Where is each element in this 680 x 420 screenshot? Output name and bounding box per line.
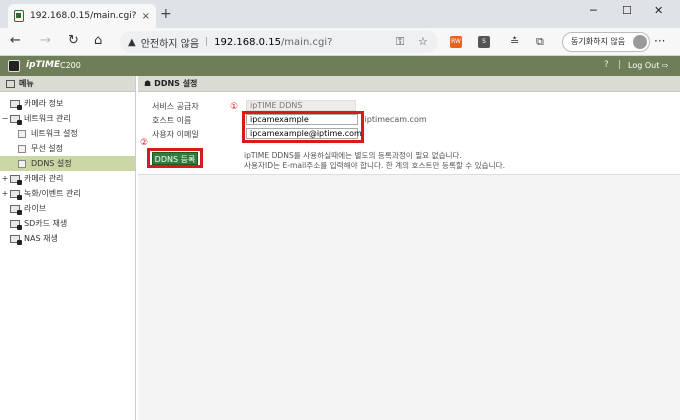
content-empty-area — [138, 175, 680, 420]
sidebar-item-ddns-settings[interactable]: DDNS 설정 — [0, 156, 135, 171]
logo-icon — [8, 60, 20, 72]
sidebar-item-label: 녹화/이벤트 관리 — [24, 189, 81, 198]
sidebar-item-label: DDNS 설정 — [31, 159, 72, 168]
address-bar[interactable]: ▲ 안전하지 않음 | 192.168.0.15/main.cgi? — [120, 31, 438, 53]
service-provider-label: 서비스 공급자 — [152, 102, 199, 111]
expand-icon[interactable]: + — [0, 174, 10, 183]
info-text-line-2: 사용자ID는 E-mail주소를 입력해야 합니다. 한 계의 호스트만 등록할… — [244, 161, 506, 170]
sidebar-item-label: 네트워크 설정 — [31, 129, 78, 138]
minimize-icon[interactable]: ─ — [590, 4, 597, 17]
window-close-icon[interactable]: ✕ — [654, 4, 663, 17]
sync-profile-button[interactable]: 동기화하지 않음 — [562, 32, 651, 52]
host-domain-suffix: .iptimecam.com — [362, 115, 427, 124]
favorites-icon[interactable]: ≛ — [510, 35, 519, 48]
page-icon — [18, 159, 26, 168]
sidebar-item-network-settings[interactable]: 네트워크 설정 — [0, 126, 135, 141]
annotation-marker-2: ② — [140, 138, 149, 148]
sidebar-item-sd-playback[interactable]: SD카드 재생 — [0, 216, 135, 231]
reload-icon[interactable]: ↻ — [68, 33, 79, 48]
folder-icon — [10, 234, 22, 245]
new-tab-button[interactable]: + — [160, 6, 172, 22]
user-email-label: 사용자 이메일 — [152, 130, 199, 139]
header-divider: | — [618, 60, 622, 70]
menu-icon — [6, 79, 15, 88]
help-button[interactable]: ? — [604, 60, 609, 70]
sidebar-item-label: 카메라 관리 — [24, 174, 64, 183]
collapse-icon[interactable]: − — [0, 114, 10, 123]
browser-toolbar: ← → ↻ ⌂ ▲ 안전하지 않음 | 192.168.0.15/main.cg… — [0, 28, 680, 56]
url-path: /main.cgi? — [280, 36, 333, 48]
host-name-label: 호스트 이름 — [152, 116, 192, 125]
sidebar-item-wireless-settings[interactable]: 무선 설정 — [0, 141, 135, 156]
sidebar-item-camera-manage[interactable]: + 카메라 관리 — [0, 171, 135, 186]
content-header: ☗ DDNS 설정 — [138, 76, 680, 92]
avatar — [633, 35, 648, 49]
expand-icon[interactable]: + — [0, 189, 10, 198]
site-favicon-icon — [14, 10, 24, 22]
folder-icon — [10, 219, 22, 230]
forward-arrow-icon[interactable]: → — [40, 33, 51, 48]
favorite-star-icon[interactable]: ☆ — [418, 35, 428, 48]
tab-close-icon[interactable]: × — [142, 11, 150, 22]
collections-icon[interactable]: ⧉ — [536, 35, 544, 49]
sidebar-item-nas-playback[interactable]: NAS 재생 — [0, 231, 135, 246]
home-icon[interactable]: ⌂ — [94, 33, 102, 48]
sidebar-item-label: 무선 설정 — [31, 144, 63, 153]
more-menu-icon[interactable]: ··· — [654, 34, 665, 48]
url-host: 192.168.0.15 — [214, 36, 281, 48]
sidebar-item-camera-info[interactable]: 카메라 정보 — [0, 96, 135, 111]
folder-icon — [10, 99, 22, 110]
service-provider-value: ipTIME DDNS — [246, 100, 356, 111]
sidebar-item-record-event[interactable]: + 녹화/이벤트 관리 — [0, 186, 135, 201]
ddns-register-button[interactable]: DDNS 등록 — [152, 152, 198, 165]
sidebar-title: 메뉴 — [19, 79, 34, 88]
folder-icon — [10, 114, 22, 125]
sidebar-item-label: 라이브 — [24, 204, 47, 213]
key-icon[interactable]: ⚿ — [396, 35, 404, 49]
back-arrow-icon[interactable]: ← — [10, 33, 21, 48]
warning-icon: ▲ — [128, 36, 136, 48]
tab-title: 192.168.0.15/main.cgi? — [30, 11, 137, 21]
model-name: C200 — [60, 61, 81, 70]
sidebar-item-label: 카메라 정보 — [24, 99, 64, 108]
extension-s-icon[interactable]: S — [478, 36, 490, 48]
sidebar-item-label: NAS 재생 — [24, 234, 58, 243]
page-icon — [18, 144, 26, 153]
sidebar-item-live[interactable]: 라이브 — [0, 201, 135, 216]
sidebar-item-label: 네트워크 관리 — [24, 114, 71, 123]
browser-tab-bar: 192.168.0.15/main.cgi? × + ─ ☐ ✕ — [0, 0, 680, 28]
app-header: ipTIME C200 ? | Log Out ⇨ — [0, 56, 680, 76]
security-status[interactable]: 안전하지 않음 — [141, 35, 199, 50]
brand-logo: ipTIME — [26, 60, 61, 70]
browser-tab[interactable]: 192.168.0.15/main.cgi? × — [8, 4, 156, 28]
folder-icon — [10, 174, 22, 185]
folder-icon — [10, 189, 22, 200]
main-content: ☗ DDNS 설정 서비스 공급자 ipTIME DDNS ① 호스트 이름 i… — [138, 76, 680, 420]
sidebar-item-label: SD카드 재생 — [24, 219, 68, 228]
maximize-icon[interactable]: ☐ — [622, 4, 632, 17]
extension-rw-icon[interactable]: RW — [450, 36, 462, 48]
home-icon: ☗ — [144, 79, 152, 88]
url-separator: | — [205, 37, 209, 47]
logout-button[interactable]: Log Out ⇨ — [628, 61, 669, 70]
url-text: 192.168.0.15/main.cgi? — [214, 37, 332, 48]
host-name-input[interactable]: ipcamexample — [246, 114, 358, 125]
sidebar-header: 메뉴 — [0, 76, 135, 92]
page-title: DDNS 설정 — [154, 79, 198, 88]
folder-icon — [10, 204, 22, 215]
sync-label: 동기화하지 않음 — [571, 37, 626, 46]
user-email-input[interactable]: ipcamexample@iptime.com — [246, 128, 362, 139]
sidebar-item-network-manage[interactable]: − 네트워크 관리 — [0, 111, 135, 126]
page-icon — [18, 129, 26, 138]
annotation-marker-1: ① — [230, 102, 239, 112]
sidebar: 메뉴 카메라 정보 − 네트워크 관리 네트워크 설정 무선 설정 DDNS 설… — [0, 76, 136, 420]
